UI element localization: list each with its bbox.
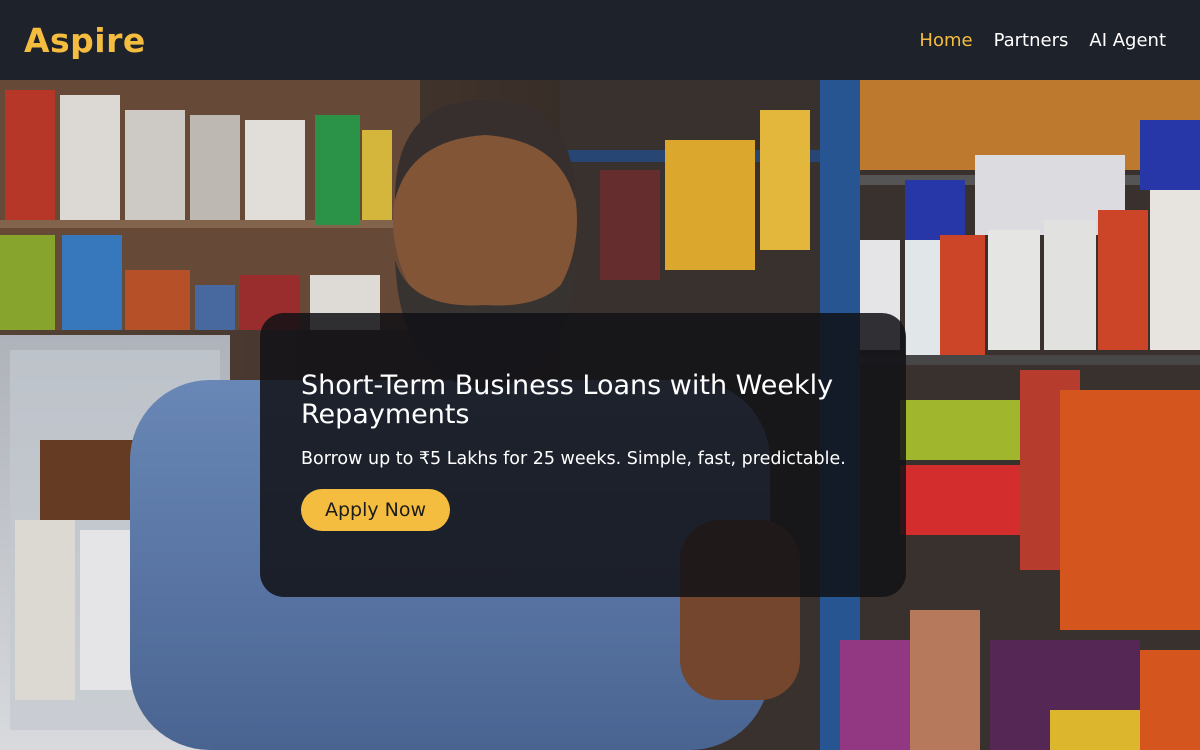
hero-title: Short-Term Business Loans with Weekly Re… bbox=[301, 370, 834, 430]
nav-link-home[interactable]: Home bbox=[919, 30, 972, 51]
main-nav: Home Partners AI Agent bbox=[919, 30, 1166, 51]
brand-logo[interactable]: Aspire bbox=[24, 21, 146, 60]
apply-now-button[interactable]: Apply Now bbox=[301, 489, 451, 531]
nav-link-partners[interactable]: Partners bbox=[994, 30, 1069, 51]
hero-card: Short-Term Business Loans with Weekly Re… bbox=[260, 313, 906, 597]
nav-link-ai-agent[interactable]: AI Agent bbox=[1089, 30, 1166, 51]
hero-section: Short-Term Business Loans with Weekly Re… bbox=[0, 80, 1200, 750]
hero-subtitle: Borrow up to ₹5 Lakhs for 25 weeks. Simp… bbox=[301, 449, 846, 469]
top-navigation-bar: Aspire Home Partners AI Agent bbox=[0, 0, 1200, 80]
